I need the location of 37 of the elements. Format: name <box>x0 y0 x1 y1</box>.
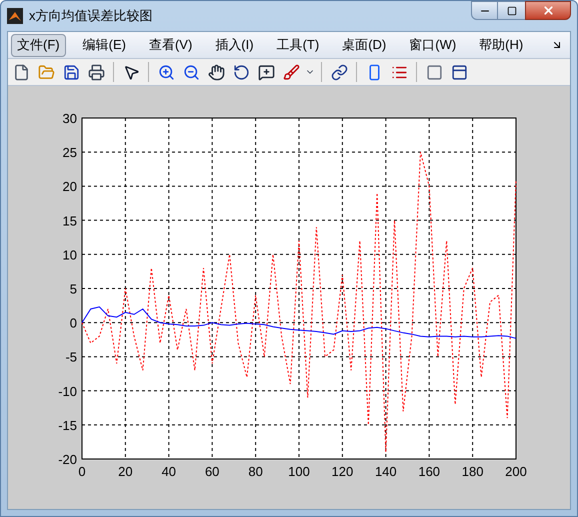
y-tick-label: 0 <box>70 316 77 331</box>
maximize-button[interactable] <box>498 1 525 20</box>
y-tick-label: 20 <box>62 179 77 194</box>
y-tick-label: 10 <box>62 247 77 262</box>
close-button[interactable] <box>525 1 571 20</box>
x-tick-label: 100 <box>288 464 310 479</box>
y-tick-label: 30 <box>62 111 77 126</box>
x-tick-label: 60 <box>204 464 220 479</box>
x-tick-label: 40 <box>162 464 176 479</box>
x-tick-label: 20 <box>118 464 133 479</box>
app-logo-icon <box>7 8 23 24</box>
x-tick-label: 200 <box>505 464 527 479</box>
y-tick-label: 15 <box>62 213 77 228</box>
menu-item[interactable]: 插入(I) <box>209 34 260 56</box>
x-tick-label: 0 <box>78 464 86 479</box>
menu-item[interactable]: 窗口(W) <box>403 34 462 56</box>
x-tick-label: 80 <box>248 464 263 479</box>
x-tick-label: 120 <box>332 464 354 479</box>
maximize-icon <box>506 6 516 16</box>
y-tick-label: -20 <box>58 452 77 467</box>
x-tick-label: 160 <box>418 464 440 479</box>
menu-item[interactable]: 桌面(D) <box>336 34 392 56</box>
menu-item[interactable]: 帮助(H) <box>473 34 530 56</box>
window-title: x方向均值误差比较图 <box>29 7 152 26</box>
y-tick-label: -10 <box>58 384 77 399</box>
x-tick-label: 180 <box>462 464 484 479</box>
y-tick-label: -15 <box>58 418 77 433</box>
dock-arrow-icon[interactable] <box>551 39 563 51</box>
y-tick-label: -5 <box>65 350 77 365</box>
menu-item[interactable]: 工具(T) <box>270 34 326 56</box>
y-tick-label: 5 <box>70 282 77 296</box>
menu-item[interactable]: 文件(F) <box>11 34 66 56</box>
x-tick-label: 140 <box>374 464 397 479</box>
close-icon <box>542 4 554 17</box>
menu-item[interactable]: 编辑(E) <box>76 34 132 56</box>
menu-item[interactable]: 查看(V) <box>142 34 198 56</box>
y-tick-label: 25 <box>62 145 77 160</box>
